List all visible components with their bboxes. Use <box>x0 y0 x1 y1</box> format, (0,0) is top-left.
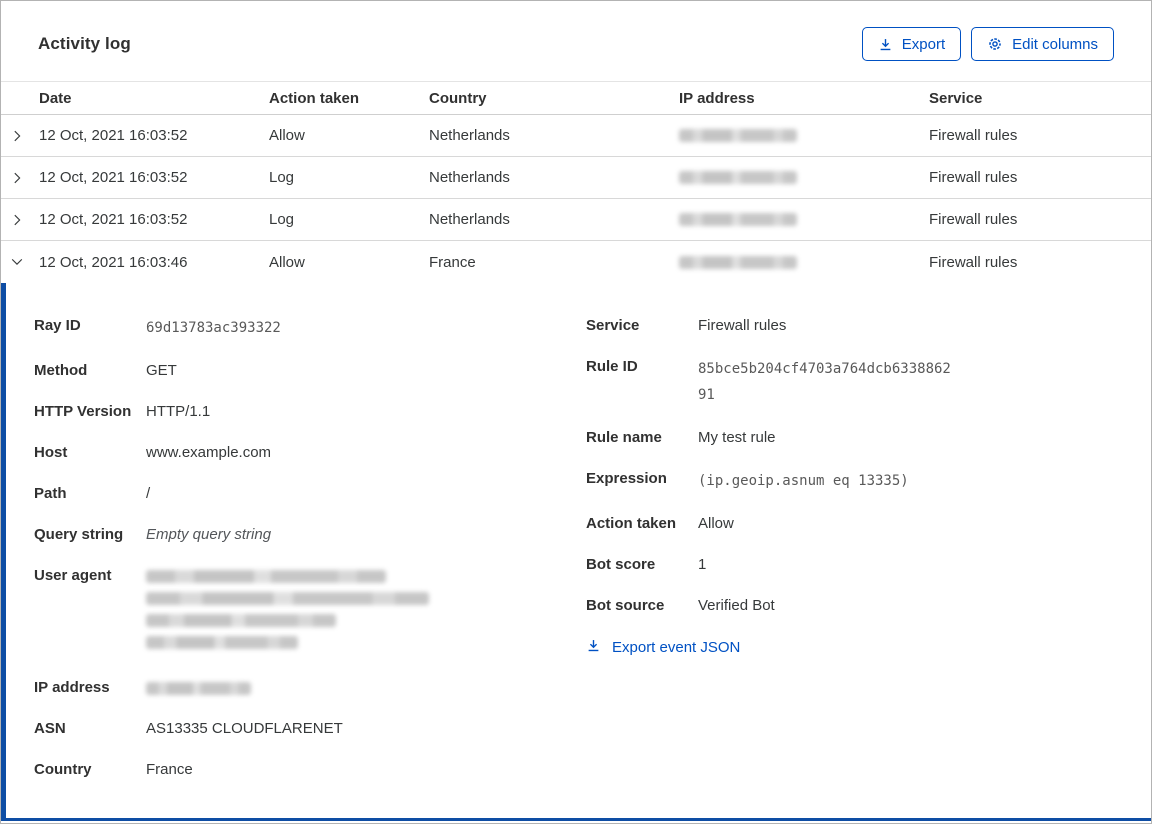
field-http-version: HTTP Version HTTP/1.1 <box>34 403 211 420</box>
cell-date: 12 Oct, 2021 16:03:52 <box>39 169 188 186</box>
cell-service: Firewall rules <box>929 211 1018 228</box>
export-button-label: Export <box>901 35 946 53</box>
field-rule-name: Rule name My test rule <box>586 429 776 446</box>
cell-ip-address-redacted <box>679 255 929 269</box>
table-header-row: Date Action taken Country IP address Ser… <box>1 81 1151 115</box>
field-country: Country France <box>34 761 193 778</box>
cell-country: Netherlands <box>429 127 510 144</box>
event-detail-panel: Ray ID 69d13783ac393322 Method GET HTTP … <box>1 283 1151 821</box>
field-action-taken: Action taken Allow <box>586 515 734 532</box>
edit-columns-button-label: Edit columns <box>1012 35 1098 53</box>
chevron-right-icon[interactable] <box>1 129 39 143</box>
table-row[interactable]: 12 Oct, 2021 16:03:52 Log Netherlands Fi… <box>1 199 1151 241</box>
cell-country: Netherlands <box>429 169 510 186</box>
toolbar: Export Edit columns <box>861 27 1114 61</box>
cell-country: France <box>429 253 476 271</box>
cell-ip-address-redacted <box>679 129 929 142</box>
chevron-right-icon[interactable] <box>1 213 39 227</box>
cell-country: Netherlands <box>429 211 510 228</box>
field-service: Service Firewall rules <box>586 317 787 334</box>
field-expression: Expression (ip.geoip.asnum eq 13335) <box>586 470 909 489</box>
field-host: Host www.example.com <box>34 444 272 461</box>
field-asn: ASN AS13335 CLOUDFLARENET <box>34 720 343 737</box>
cell-action-taken: Allow <box>269 253 305 271</box>
field-ip-address-redacted: IP address <box>34 677 554 699</box>
field-path: Path / <box>34 485 151 502</box>
edit-columns-button[interactable]: Edit columns <box>971 27 1114 61</box>
cell-date: 12 Oct, 2021 16:03:46 <box>39 253 188 271</box>
export-event-json-label: Export event JSON <box>612 639 741 656</box>
field-bot-source: Bot source Verified Bot <box>586 597 775 614</box>
detail-left-column: Ray ID 69d13783ac393322 Method GET HTTP … <box>34 315 554 808</box>
cell-action-taken: Log <box>269 169 295 186</box>
table-row[interactable]: 12 Oct, 2021 16:03:52 Allow Netherlands … <box>1 115 1151 157</box>
detail-right-column: Service Firewall rules Rule ID 85bce5b20… <box>586 315 1114 808</box>
field-rule-id: Rule ID 85bce5b204cf4703a764dcb633886291 <box>586 358 951 403</box>
table-row[interactable]: 12 Oct, 2021 16:03:52 Log Netherlands Fi… <box>1 157 1151 199</box>
cell-action-taken: Allow <box>269 127 305 144</box>
column-header-ip-address: IP address <box>679 89 755 107</box>
page-title: Activity log <box>38 34 131 53</box>
cell-service: Firewall rules <box>929 127 1018 144</box>
field-query-string: Query string Empty query string <box>34 526 272 543</box>
export-event-json-link[interactable]: Export event JSON <box>586 638 740 657</box>
field-ray-id: Ray ID 69d13783ac393322 <box>34 317 281 336</box>
table-row-expanded[interactable]: 12 Oct, 2021 16:03:46 Allow France Firew… <box>1 241 1151 283</box>
export-button[interactable]: Export <box>861 27 962 61</box>
cell-ip-address-redacted <box>679 171 929 184</box>
cell-service: Firewall rules <box>929 253 1018 271</box>
cell-service: Firewall rules <box>929 169 1018 186</box>
download-icon <box>586 638 601 657</box>
chevron-right-icon[interactable] <box>1 171 39 185</box>
column-header-service: Service <box>929 89 983 107</box>
gear-icon <box>987 36 1003 52</box>
cell-date: 12 Oct, 2021 16:03:52 <box>39 127 188 144</box>
download-icon <box>878 37 893 52</box>
column-header-date: Date <box>39 89 72 107</box>
field-bot-score: Bot score 1 <box>586 556 707 573</box>
header: Activity log Export Edit columns <box>1 1 1151 81</box>
cell-ip-address-redacted <box>679 213 929 226</box>
field-method: Method GET <box>34 362 177 379</box>
field-user-agent-redacted: User agent <box>34 565 554 658</box>
chevron-down-icon[interactable] <box>1 255 39 269</box>
column-header-action-taken: Action taken <box>269 89 360 107</box>
activity-log-panel: Activity log Export Edit columns Date Ac… <box>0 0 1152 824</box>
cell-date: 12 Oct, 2021 16:03:52 <box>39 211 188 228</box>
cell-action-taken: Log <box>269 211 295 228</box>
column-header-country: Country <box>429 89 487 107</box>
